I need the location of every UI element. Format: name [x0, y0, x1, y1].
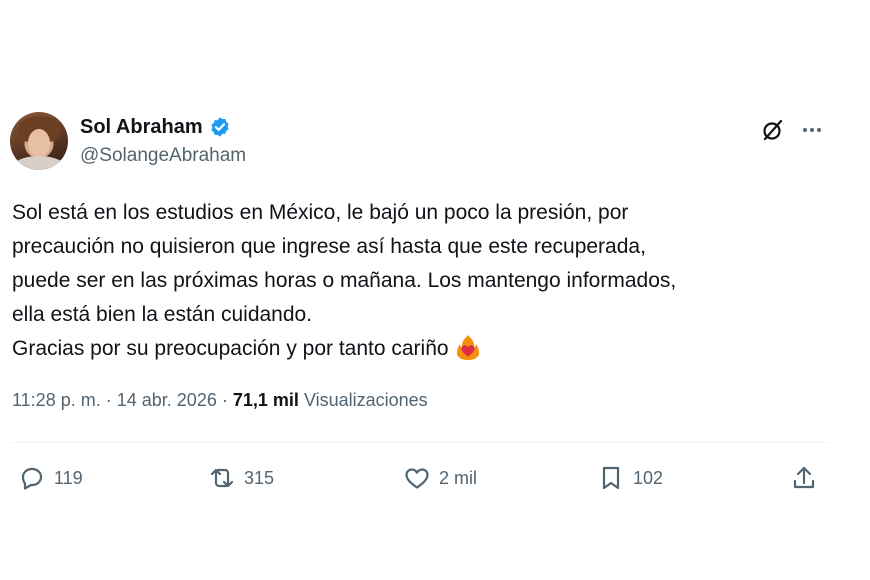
repost-button[interactable]: 315 [208, 458, 274, 498]
tweet-text: Sol está en los estudios en México, le b… [12, 196, 842, 366]
author-name-row[interactable]: Sol Abraham [80, 114, 231, 140]
grok-icon[interactable] [760, 117, 786, 143]
reply-icon [21, 467, 43, 490]
avatar-face [28, 129, 50, 157]
more-options-icon[interactable] [800, 118, 824, 142]
tweet-date[interactable]: 14 abr. 2026 [117, 390, 217, 410]
tweet-text-line-last: Gracias por su preocupación y por tanto … [12, 332, 842, 366]
meta-separator: · [221, 390, 228, 410]
repost-count: 315 [244, 467, 275, 488]
tweet-meta: 11:28 p. m. · 14 abr. 2026 · 71,1 mil Vi… [12, 390, 428, 411]
tweet-text-line: precaución no quisieron que ingrese así … [12, 235, 646, 258]
tweet-text-line: Sol está en los estudios en México, le b… [12, 201, 629, 224]
action-bar: 119 315 2 mil 102 [0, 458, 870, 498]
tweet-time[interactable]: 11:28 p. m. [12, 390, 101, 410]
repost-icon [210, 468, 234, 488]
like-count: 2 mil [439, 467, 478, 488]
author-handle[interactable]: @SolangeAbraham [80, 145, 246, 167]
tweet-text-line: puede ser en las próximas horas o mañana… [12, 269, 677, 292]
author-display-name[interactable]: Sol Abraham [80, 116, 203, 139]
meta-separator: · [105, 390, 112, 410]
heart-icon [405, 468, 429, 489]
heart-on-fire-emoji [455, 334, 481, 360]
views-count[interactable]: 71,1 mil [233, 390, 299, 410]
tweet-text-line: Gracias por su preocupación y por tanto … [12, 337, 449, 360]
verified-badge-icon [209, 116, 231, 138]
like-button[interactable]: 2 mil [403, 458, 477, 498]
avatar[interactable] [10, 112, 68, 170]
avatar-shoulders [12, 156, 66, 170]
tweet-text-line: ella está bien la están cuidando. [12, 303, 313, 326]
views-label[interactable]: Visualizaciones [304, 390, 428, 410]
divider [12, 442, 828, 443]
reply-count: 119 [54, 467, 83, 488]
bookmark-button[interactable]: 102 [597, 458, 663, 498]
reply-button[interactable]: 119 [18, 458, 83, 498]
tweet-card: Sol Abraham @SolangeAbraham Sol está en … [0, 0, 870, 580]
bookmark-icon [602, 466, 620, 490]
share-button[interactable] [790, 458, 818, 498]
share-icon [793, 466, 815, 489]
bookmark-count: 102 [633, 467, 664, 488]
